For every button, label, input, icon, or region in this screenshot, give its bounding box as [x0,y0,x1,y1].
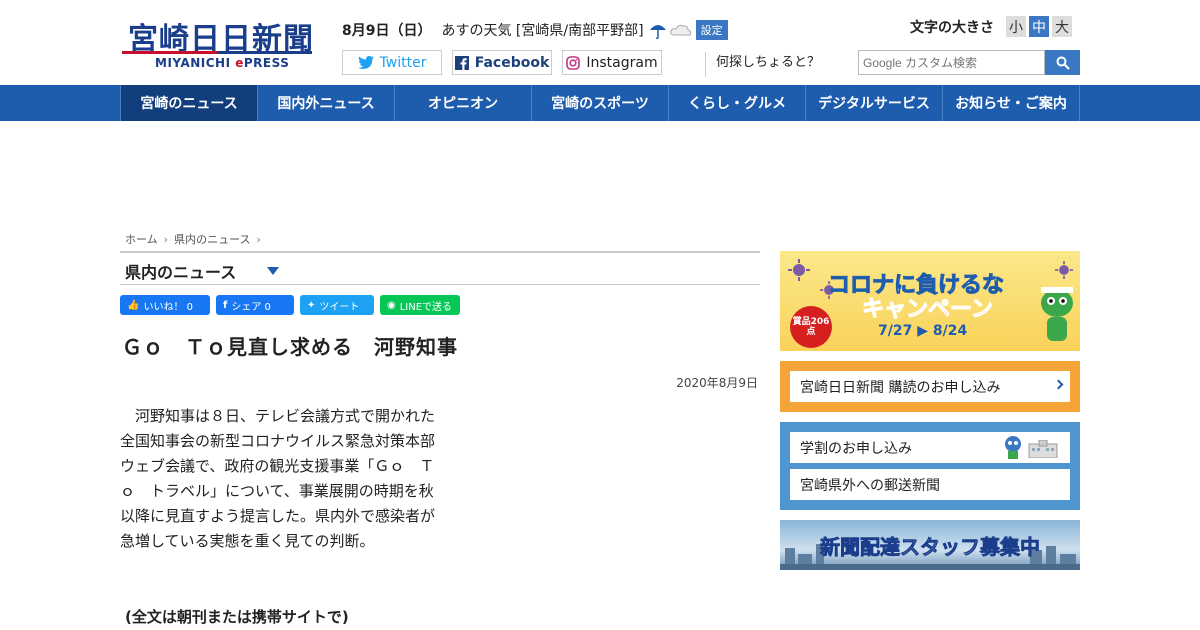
ask-link[interactable]: 何探しちょると？ [705,52,820,77]
subscription-box: 宮崎日日新聞 購読のお申し込み [780,361,1080,412]
nav-opinion[interactable]: オピニオン [395,85,532,121]
article-headline: Ｇｏ Ｔｏ見直し求める 河野知事 [122,335,458,359]
font-size-control: 文字の大きさ 小 中 大 [910,16,1072,37]
search-button[interactable] [1045,50,1080,75]
search-bar [858,50,1080,75]
mascot-icon [1041,287,1073,341]
font-size-small-button[interactable]: 小 [1006,16,1026,37]
nav-miyazaki-news[interactable]: 宮崎のニュース [120,85,258,121]
font-size-medium-button[interactable]: 中 [1029,16,1049,37]
corona-campaign-banner[interactable]: コロナに負けるな キャンペーン 7/27 ▶ 8/24 賞品206点 [780,251,1080,351]
site-logo[interactable]: 宮崎日日新聞 MIYANICHI ePRESS [122,14,314,74]
line-share-button[interactable]: ◉ LINEで送る [380,295,460,315]
facebook-icon: f [223,299,228,311]
nav-notices[interactable]: お知らせ・ご案内 [943,85,1080,121]
student-mail-box: 学割のお申し込み 宮崎県外への郵送新聞 [780,422,1080,510]
article-fulltext-note: (全文は朝刊または携帯サイトで) [125,608,349,626]
logo-underline [122,51,312,54]
date-weather-row: 8月9日（日） あすの天気 [宮崎県/南部平野部] 設定 [342,20,728,40]
instagram-icon [566,55,581,70]
facebook-share-button[interactable]: f シェア 0 [216,295,294,315]
delivery-staff-banner[interactable]: 新聞配達スタッフ募集中 [780,520,1080,570]
breadcrumb-section[interactable]: 県内のニュース [174,231,250,247]
facebook-icon [454,55,469,70]
social-links: Twitter Facebook Instagram [342,50,662,75]
thumbs-up-icon: 👍 [127,299,140,311]
logo-subtitle: MIYANICHI ePRESS [155,56,290,70]
nav-sports[interactable]: 宮崎のスポーツ [532,85,669,121]
article-date: 2020年8月9日 [676,376,758,390]
twitter-icon [357,56,374,69]
corona-prize-badge: 賞品206点 [790,306,832,348]
umbrella-icon [649,25,666,40]
share-buttons: 👍 いいね！ 0 f シェア 0 ✦ ツイート ◉ LINEで送る [120,295,460,315]
article-paragraph: 河野知事は８日、テレビ会議方式で開かれた全国知事会の新型コロナウイルス緊急対策本… [120,407,436,550]
virus-icon [1055,261,1073,279]
nav-digital-services[interactable]: デジタルサービス [806,85,943,121]
current-date: 8月9日（日） [342,23,432,39]
breadcrumb: ホーム › 県内のニュース › [125,231,267,247]
caret-down-icon [267,267,279,275]
article-body: 河野知事は８日、テレビ会議方式で開かれた全国知事会の新型コロナウイルス緊急対策本… [120,404,442,554]
subscribe-link[interactable]: 宮崎日日新聞 購読のお申し込み [790,371,1070,402]
cloud-icon [669,24,691,36]
section-title: 県内のニュース [125,263,237,282]
corona-banner-subtitle: キャンペーン [862,297,994,323]
mail-delivery-link[interactable]: 宮崎県外への郵送新聞 [790,469,1070,500]
main-nav: 宮崎のニュース 国内外ニュース オピニオン 宮崎のスポーツ くらし・グルメ デジ… [0,85,1200,121]
search-icon [1056,56,1070,70]
search-input[interactable] [858,50,1045,75]
student-discount-link[interactable]: 学割のお申し込み [790,432,1070,463]
font-size-large-button[interactable]: 大 [1052,16,1072,37]
school-building-icon [1028,440,1058,458]
site-header: 宮崎日日新聞 MIYANICHI ePRESS 8月9日（日） あすの天気 [宮… [0,0,1200,85]
chevron-right-icon [1053,379,1064,390]
tweet-button[interactable]: ✦ ツイート [300,295,374,315]
chevron-right-icon: › [256,232,261,246]
twitter-icon: ✦ [307,299,316,311]
twitter-button[interactable]: Twitter [342,50,442,75]
corona-banner-dates: 7/27 ▶ 8/24 [878,323,968,339]
font-size-label: 文字の大きさ [910,19,994,36]
weather-settings-button[interactable]: 設定 [695,20,728,40]
nav-lifestyle-gourmet[interactable]: くらし・グルメ [669,85,806,121]
nav-domestic-world-news[interactable]: 国内外ニュース [258,85,395,121]
staff-banner-text: 新聞配達スタッフ募集中 [820,535,1041,560]
chevron-right-icon: › [163,232,169,246]
facebook-button[interactable]: Facebook [452,50,552,75]
mascot-icon [1005,436,1021,459]
weather-text[interactable]: あすの天気 [宮崎県/南部平野部] [441,20,643,40]
breadcrumb-home[interactable]: ホーム [125,231,158,247]
facebook-like-button[interactable]: 👍 いいね！ 0 [120,295,210,315]
virus-icon [788,259,810,281]
line-icon: ◉ [387,299,396,311]
instagram-button[interactable]: Instagram [562,50,662,75]
section-header[interactable]: 県内のニュース [120,251,760,285]
